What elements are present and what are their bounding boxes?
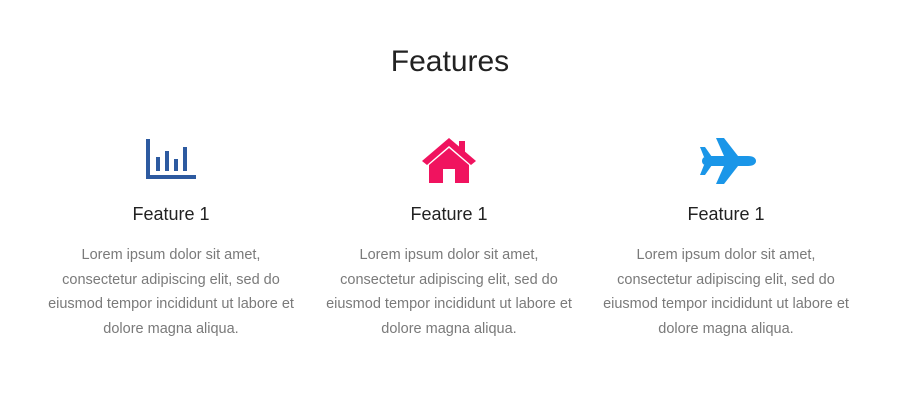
feature-card: Feature 1 Lorem ipsum dolor sit amet, co… <box>46 135 296 341</box>
feature-title: Feature 1 <box>132 204 210 224</box>
feature-description: Lorem ipsum dolor sit amet, consectetur … <box>326 247 572 337</box>
section-title: Features <box>390 45 510 78</box>
feature-title: Feature 1 <box>410 204 488 224</box>
features-section: Features Feature 1 Lorem ipsum dolor sit… <box>0 0 900 410</box>
features-row: Feature 1 Lorem ipsum dolor sit amet, co… <box>0 135 900 355</box>
bar-chart-icon <box>146 139 196 179</box>
airplane-icon <box>700 138 756 184</box>
feature-card: Feature 1 Lorem ipsum dolor sit amet, co… <box>324 135 574 341</box>
feature-description: Lorem ipsum dolor sit amet, consectetur … <box>48 247 294 337</box>
feature-title: Feature 1 <box>687 204 765 224</box>
feature-card: Feature 1 Lorem ipsum dolor sit amet, co… <box>601 135 851 341</box>
feature-description: Lorem ipsum dolor sit amet, consectetur … <box>603 247 849 337</box>
home-icon <box>422 138 476 183</box>
